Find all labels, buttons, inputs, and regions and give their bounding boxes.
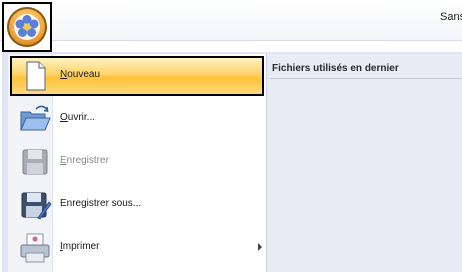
menu-item-open-label: Ouvrir... (60, 112, 96, 123)
recent-files-divider (270, 78, 462, 79)
menu-item-print[interactable]: Imprimer (10, 228, 264, 268)
new-document-icon (26, 61, 46, 91)
title-bar (0, 0, 462, 41)
app-button-frame (2, 2, 52, 52)
menu-item-new[interactable]: Nouveau (10, 56, 264, 96)
save-as-icon (21, 192, 52, 220)
recent-files-pane (267, 54, 462, 272)
menu-item-print-label: Imprimer (60, 241, 100, 252)
menu-item-save-as[interactable]: Enregistrer sous... (10, 185, 264, 225)
flower-app-icon (14, 14, 40, 40)
printer-icon (20, 233, 50, 263)
menu-item-save[interactable]: Enregistrer (10, 142, 264, 182)
menu-item-open[interactable]: Ouvrir... (10, 99, 264, 139)
submenu-arrow-icon (258, 243, 262, 251)
save-icon (22, 149, 48, 175)
menu-item-save-as-label: Enregistrer sous... (60, 198, 142, 209)
window-title: Sans (440, 11, 462, 23)
recent-files-title: Fichiers utilisés en dernier (272, 63, 399, 74)
application-button[interactable] (7, 7, 47, 47)
menu-item-save-label: Enregistrer (60, 155, 109, 166)
open-folder-icon (20, 105, 51, 131)
menu-item-new-label: Nouveau (60, 69, 101, 80)
